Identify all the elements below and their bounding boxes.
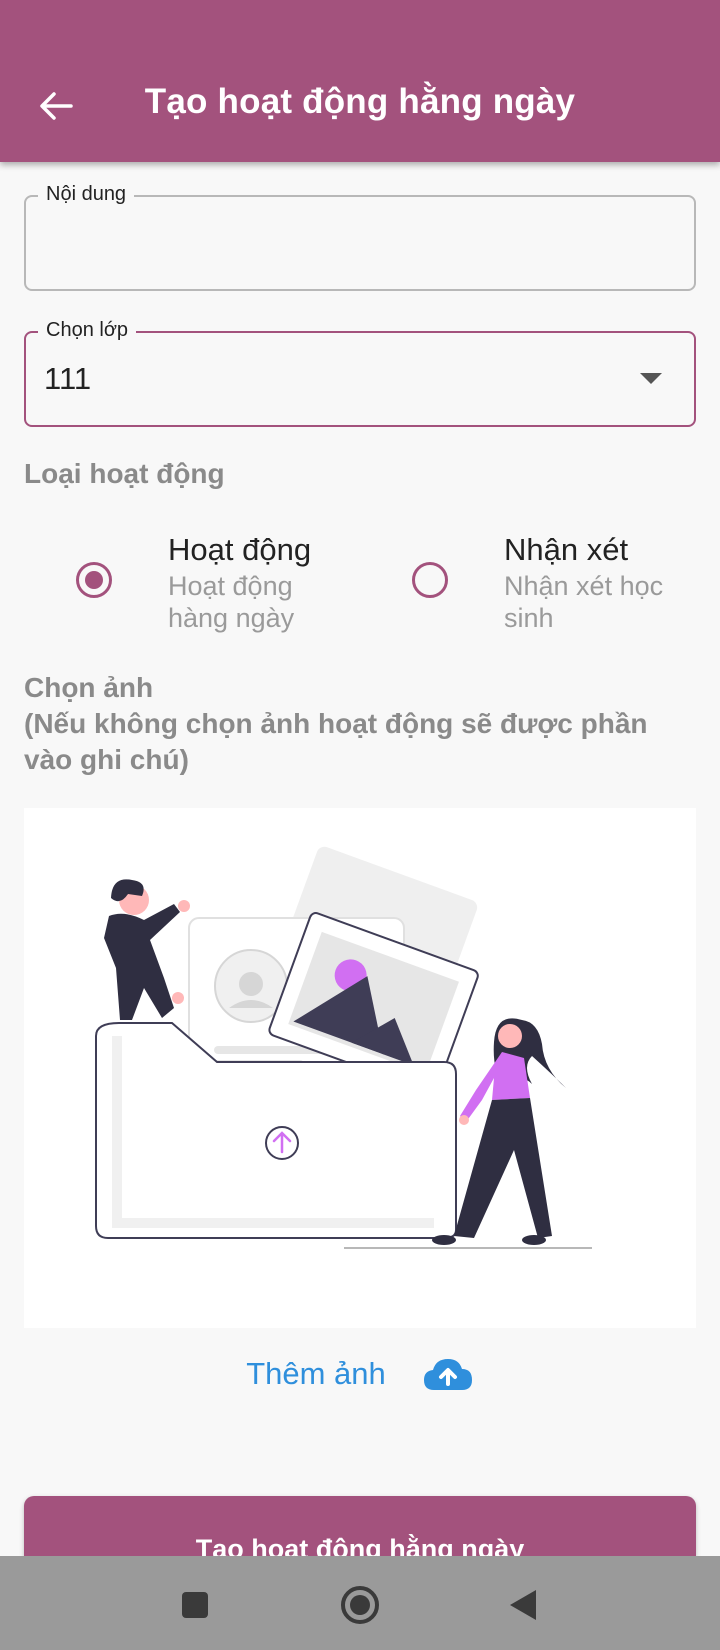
home-button[interactable] (337, 1582, 383, 1628)
triangle-back-icon (510, 1590, 536, 1620)
radio-option-title: Hoạt động (168, 532, 312, 567)
recent-apps-button[interactable] (172, 1582, 218, 1628)
radio-option-comment[interactable]: Nhận xét Nhận xét học sinh (412, 530, 692, 640)
class-select-value: 111 (44, 361, 92, 396)
radio-option-title: Nhận xét (504, 532, 629, 567)
upload-illustration (95, 846, 592, 1249)
system-navigation-bar (0, 1556, 720, 1650)
activity-type-label: Loại hoạt động (24, 458, 225, 489)
cloud-upload-icon (423, 1359, 472, 1390)
app-bar: Tạo hoạt động hằng ngày (0, 0, 720, 162)
image-picker-hint: (Nếu không chọn ảnh hoạt động sẽ được ph… (24, 708, 648, 775)
radio-unselected-icon[interactable] (412, 562, 448, 598)
radio-selected-icon[interactable] (76, 562, 112, 598)
dropdown-caret-icon (640, 373, 662, 384)
image-picker-box[interactable] (24, 808, 696, 1328)
add-photo-button[interactable]: Thêm ảnh (0, 1350, 720, 1398)
system-back-button[interactable] (500, 1582, 546, 1628)
content-field-label: Nội dung (38, 183, 135, 206)
content-field[interactable]: Nội dung (24, 183, 696, 291)
radio-option-activity[interactable]: Hoạt động Hoạt động hàng ngày (76, 530, 336, 640)
square-icon (182, 1592, 208, 1618)
class-select[interactable]: Chọn lớp 111 (24, 319, 696, 427)
class-select-label: Chọn lớp (38, 319, 137, 342)
image-picker-title: Chọn ảnh (24, 672, 154, 703)
image-picker-label: Chọn ảnh (Nếu không chọn ảnh hoạt động s… (24, 670, 664, 778)
circle-icon (341, 1586, 379, 1624)
add-photo-label: Thêm ảnh (246, 1356, 386, 1391)
radio-option-subtitle: Nhận xét học sinh (504, 571, 664, 633)
radio-option-subtitle: Hoạt động hàng ngày (168, 571, 295, 633)
screen: Tạo hoạt động hằng ngày Nội dung Chọn lớ… (0, 0, 720, 1650)
page-title: Tạo hoạt động hằng ngày (144, 82, 576, 121)
